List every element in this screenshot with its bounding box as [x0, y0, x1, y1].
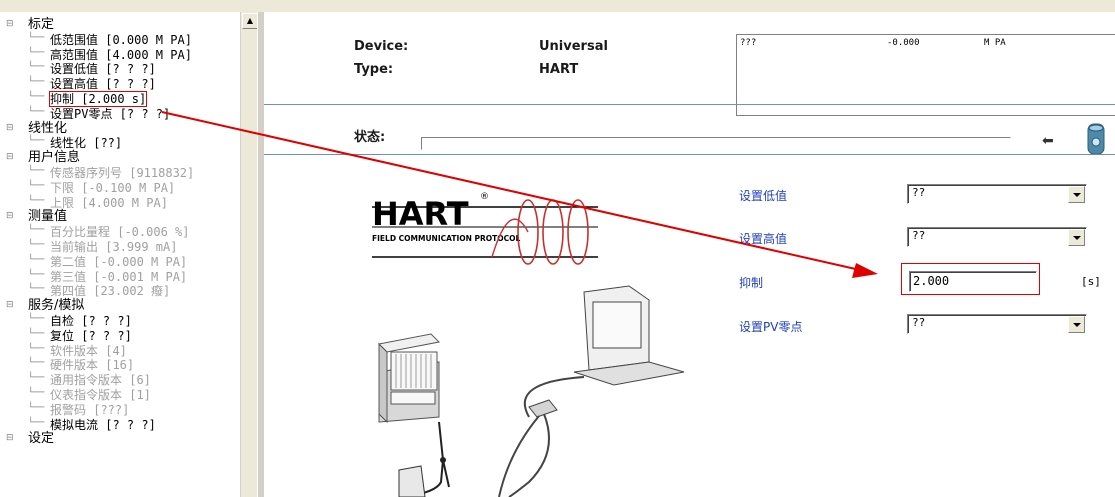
tree-expander-icon[interactable]: ⊟ — [6, 19, 14, 29]
lower-value-label: 设置低值 — [739, 189, 788, 203]
tree-expander-icon[interactable]: ⊟ — [6, 300, 14, 310]
status-separator — [264, 154, 1115, 155]
msg-value: -0.000 — [887, 38, 920, 48]
tree-item[interactable]: 下限 [-0.100 M PA] — [50, 181, 175, 195]
tree-item[interactable]: 报警码 [???] — [50, 403, 129, 417]
tree-connector: └── — [28, 92, 45, 102]
tree-item[interactable]: 抑制 [2.000 s] — [48, 91, 148, 107]
chevron-down-icon[interactable] — [1068, 186, 1085, 203]
tree-item[interactable]: 上限 [4.000 M PA] — [50, 196, 168, 210]
hart-brand: HART — [372, 195, 469, 233]
pv-zero-select[interactable]: ?? — [907, 314, 1087, 334]
pv-zero-value: ?? — [912, 316, 926, 329]
tree-connector: └── — [28, 314, 45, 324]
tree-item[interactable]: 高范围值 [4.000 M PA] — [50, 48, 192, 62]
type-label: Type: — [354, 62, 394, 77]
tree-category[interactable]: 标定 — [28, 18, 54, 32]
upper-value-select[interactable]: ?? — [907, 227, 1087, 247]
status-label: 状态: — [354, 130, 386, 145]
pv-zero-label: 设置PV零点 — [739, 320, 803, 334]
tree-category[interactable]: 设定 — [28, 432, 54, 446]
tree-connector: └── — [28, 328, 45, 339]
tree-category[interactable]: 测量值 — [28, 210, 67, 224]
chevron-down-icon[interactable] — [1068, 229, 1085, 246]
tree-item[interactable]: 第三值 [-0.001 M PA] — [50, 270, 187, 284]
status-bar — [421, 137, 1011, 150]
msg-unit: M PA — [984, 38, 1006, 48]
tree-connector: └── — [28, 47, 45, 58]
upper-value-label: 设置高值 — [739, 232, 788, 246]
device-label: Device: — [354, 39, 409, 54]
tree-item[interactable]: 仪表指令版本 [1] — [50, 388, 151, 402]
tree-connector: └── — [28, 32, 45, 43]
tree-connector: └── — [28, 269, 45, 280]
tree-item[interactable]: 设置PV零点 [? ? ?] — [50, 107, 170, 121]
tree-item[interactable]: 模拟电流 [? ? ?] — [50, 418, 156, 432]
damping-label: 抑制 — [739, 276, 764, 290]
tree-connector: └── — [28, 417, 45, 428]
hart-reg: ® — [480, 192, 489, 202]
tree-item[interactable]: 线性化 [??] — [50, 136, 122, 150]
back-arrow-icon[interactable]: ⬅ — [1042, 133, 1054, 149]
tree-connector: └── — [28, 180, 45, 191]
hart-logo: HART ® FIELD COMMUNICATION PROTOCOL — [372, 192, 598, 265]
chevron-down-icon[interactable] — [1068, 316, 1085, 333]
tree-connector: └── — [28, 225, 45, 236]
tree-item[interactable]: 硬件版本 [16] — [50, 358, 134, 372]
tree-expander-icon[interactable]: ⊟ — [6, 211, 14, 221]
lower-value: ?? — [912, 186, 926, 199]
tree-item[interactable]: 百分比量程 [-0.006 %] — [50, 225, 189, 239]
scroll-up-icon[interactable]: ▲ — [242, 13, 258, 29]
tree-connector: └── — [28, 77, 45, 88]
parameter-tree[interactable]: 标定 ⊟ 低范围值 [0.000 M PA] └── 高范围值 [4.000 M PA]… — [0, 12, 240, 497]
tree-connector: └── — [28, 388, 45, 398]
tree-connector: └── — [28, 373, 45, 384]
tree-expander-icon[interactable]: ⊟ — [6, 152, 14, 162]
tree-item[interactable]: 第四值 [23.002 癈] — [50, 284, 170, 298]
tree-expander-icon[interactable]: ⊟ — [6, 123, 14, 133]
tree-expander-icon[interactable]: ⊟ — [6, 433, 14, 443]
tree-connector: └── — [28, 195, 45, 206]
tree-connector: └── — [28, 402, 45, 413]
device-illustration — [377, 285, 685, 497]
tree-connector: └── — [28, 358, 45, 369]
tree-connector: └── — [28, 254, 45, 265]
header-separator — [264, 104, 1115, 105]
disk-icon[interactable] — [1086, 122, 1106, 156]
tree-connector: └── — [28, 106, 45, 117]
main-panel: Device: Universal Type: HART ??? -0.000 … — [264, 12, 1115, 497]
upper-value: ?? — [912, 229, 926, 242]
tree-category[interactable]: 用户信息 — [28, 151, 80, 165]
msg-question: ??? — [740, 38, 757, 48]
tree-item[interactable]: 当前输出 [3.999 mA] — [50, 240, 177, 254]
tree-item[interactable]: 设置高值 [? ? ?] — [50, 77, 156, 91]
tree-category[interactable]: 线性化 — [28, 121, 67, 136]
tree-connector: └── — [28, 240, 45, 250]
tree-item[interactable]: 设置低值 [? ? ?] — [50, 62, 156, 76]
tree-item[interactable]: 低范围值 [0.000 M PA] — [50, 33, 192, 47]
tree-connector: └── — [28, 62, 45, 73]
tree-item[interactable]: 通用指令版本 [6] — [50, 373, 151, 387]
tree-connector: └── — [28, 136, 45, 147]
tree-item[interactable]: 传感器序列号 [9118832] — [50, 166, 194, 180]
tree-connector: └── — [28, 343, 45, 354]
type-value: HART — [539, 62, 579, 77]
damping-unit: [s] — [1081, 275, 1101, 288]
tree-item[interactable]: 软件版本 [4] — [50, 344, 127, 358]
tree-connector: └── — [28, 284, 45, 295]
tree-item[interactable]: 自检 [? ? ?] — [50, 314, 132, 328]
tree-scrollbar[interactable]: ▲ — [240, 12, 258, 497]
tree-item[interactable]: 复位 [? ? ?] — [50, 329, 132, 343]
lower-value-select[interactable]: ?? — [907, 184, 1087, 204]
device-value: Universal — [539, 39, 608, 54]
tree-category[interactable]: 服务/模拟 — [28, 299, 84, 313]
tree-connector: └── — [28, 166, 45, 176]
tree-item[interactable]: 第二值 [-0.000 M PA] — [50, 255, 187, 269]
annotation-box-damping — [901, 263, 1040, 295]
